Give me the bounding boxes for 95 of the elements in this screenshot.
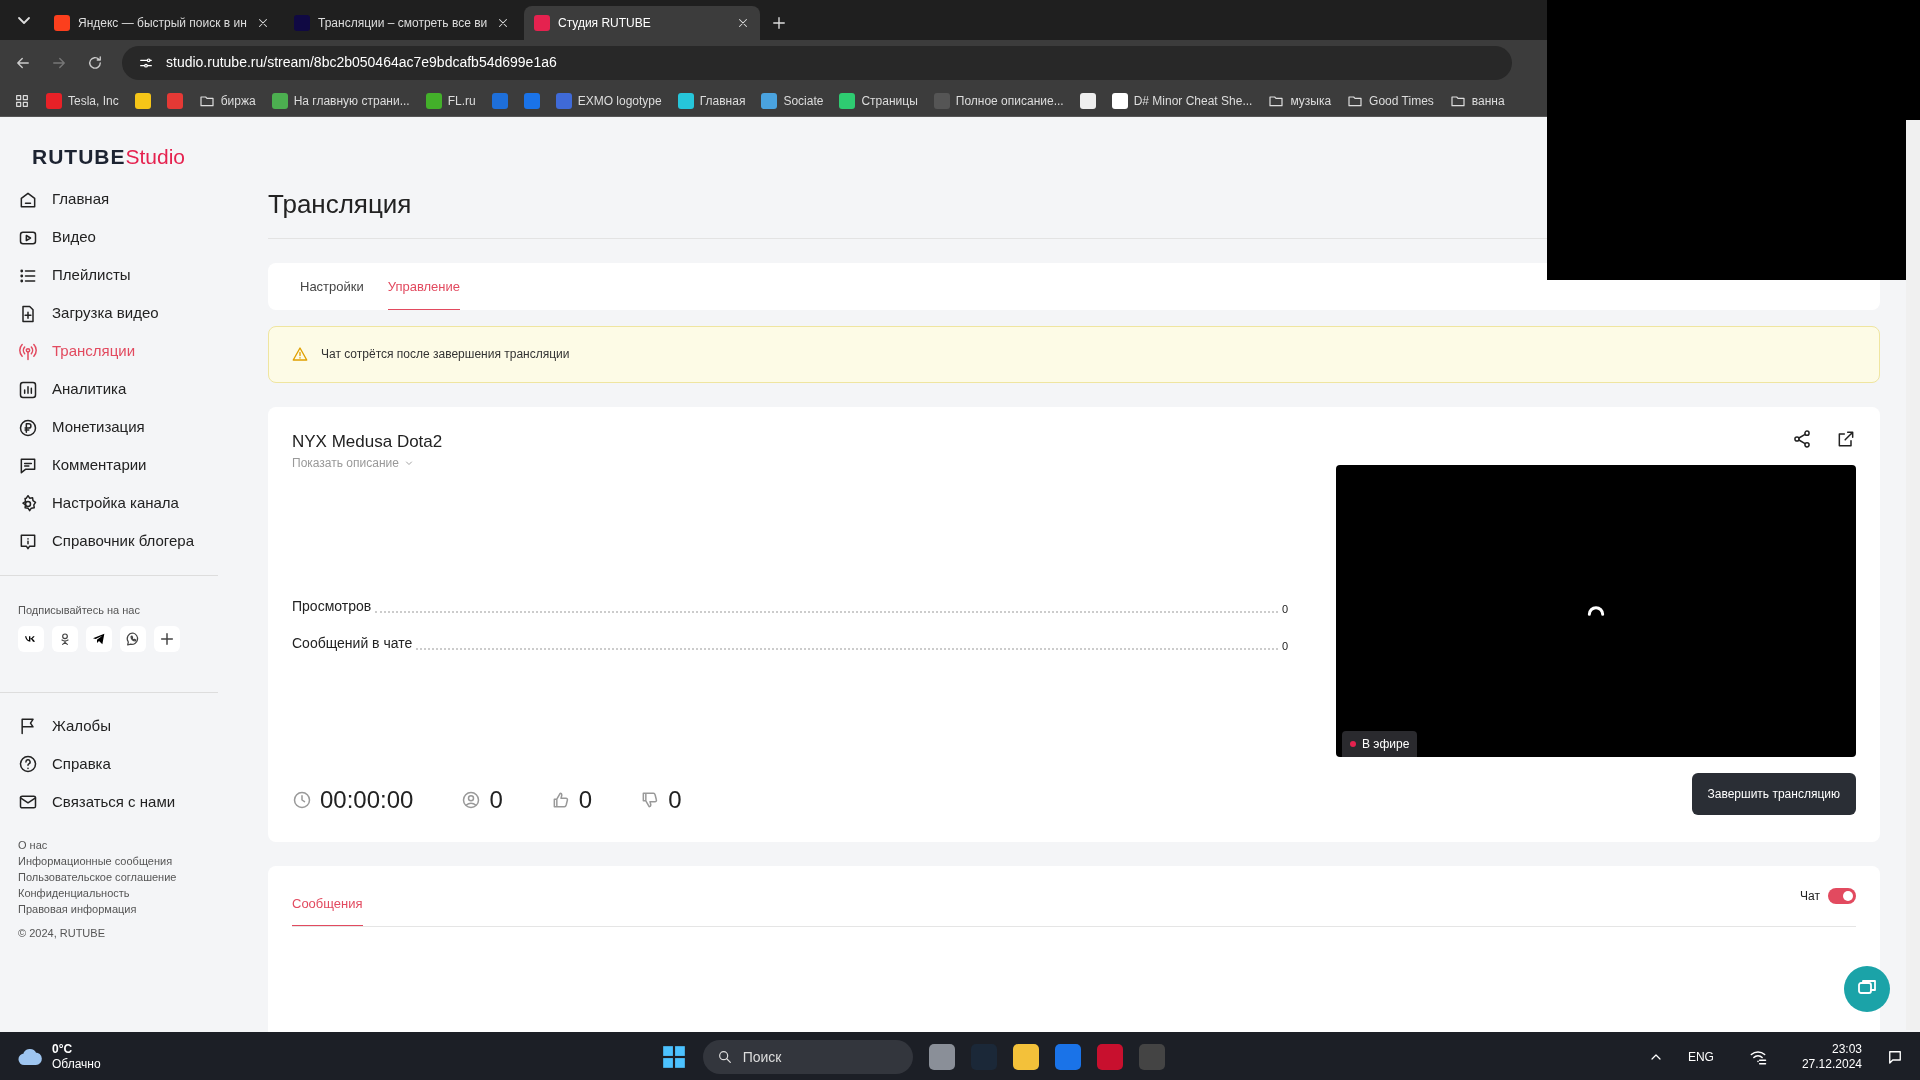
bookmark[interactable]: FL.ru: [425, 91, 476, 110]
footer-link[interactable]: О нас: [18, 837, 218, 853]
sidebar-item[interactable]: Главная: [18, 180, 218, 219]
scrollbar[interactable]: [1906, 120, 1920, 1030]
close-icon[interactable]: [736, 16, 750, 30]
sidebar-item[interactable]: Жалобы: [18, 707, 218, 745]
chat-toggle-label: Чат: [1800, 887, 1820, 905]
temperature: 0°C: [52, 1042, 74, 1057]
sidebar-item[interactable]: Настройка канала: [18, 484, 218, 523]
chat-toggle[interactable]: [1828, 887, 1856, 904]
tab[interactable]: Сообщения: [292, 865, 363, 927]
search-icon: [716, 1049, 733, 1065]
bookmark-favicon[interactable]: [134, 92, 151, 109]
sidebar-item[interactable]: Трансляции: [18, 332, 218, 371]
chart-icon: [18, 379, 38, 400]
address-bar[interactable]: studio.rutube.ru/stream/8bc2b050464ac7e9bdcafb54d699e1a6: [122, 45, 1512, 80]
bookmark[interactable]: Полное описание...: [933, 91, 1064, 110]
user-icon: [461, 789, 482, 810]
social-link[interactable]: [52, 626, 78, 652]
logo[interactable]: RUTUBEStudio: [18, 141, 218, 173]
social-link[interactable]: [18, 626, 44, 652]
video-player[interactable]: В эфире: [1336, 464, 1856, 757]
sidebar-item[interactable]: Аналитика: [18, 370, 218, 409]
sidebar-item[interactable]: Монетизация: [18, 408, 218, 447]
ruble-icon: [18, 417, 38, 438]
taskbar-app-icon[interactable]: [928, 1044, 955, 1070]
social-heading: Подписывайтесь на нас: [18, 602, 141, 618]
tab[interactable]: Управление: [387, 263, 461, 310]
start-icon[interactable]: [660, 1044, 687, 1070]
taskbar-search[interactable]: Поиск: [702, 1040, 913, 1074]
plus-icon: [159, 631, 175, 647]
apps-icon[interactable]: [14, 92, 30, 109]
bookmark[interactable]: Главная: [677, 91, 746, 110]
stat-label: Сообщений в чате: [292, 634, 413, 654]
sidebar-item[interactable]: Загрузка видео: [18, 294, 218, 333]
browser-tab[interactable]: Студия RUTUBE: [524, 6, 760, 40]
bookmark[interactable]: музыка: [1268, 91, 1332, 110]
live-dot-icon: [1350, 740, 1356, 747]
close-icon[interactable]: [256, 16, 270, 30]
footer-link[interactable]: Пользовательское соглашение: [18, 869, 218, 885]
alert-text: Чат сотрётся после завершения трансляции: [321, 346, 570, 364]
counter-value: 0: [668, 784, 682, 815]
sidebar-item[interactable]: Комментарии: [18, 446, 218, 485]
counter-value: 0: [578, 784, 593, 815]
stat-label: Просмотров: [292, 597, 372, 617]
counter-value: 0: [489, 784, 503, 815]
phone-bubble-icon: [125, 631, 141, 647]
language-indicator[interactable]: ENG: [1687, 1048, 1714, 1066]
bookmark[interactable]: D# Minor Cheat She...: [1111, 91, 1253, 110]
clock-time: 23:03: [1830, 1042, 1862, 1057]
taskbar-app-icon[interactable]: [1012, 1044, 1039, 1070]
sidebar-item[interactable]: Плейлисты: [18, 256, 218, 295]
sidebar-item[interactable]: Справка: [18, 745, 218, 783]
bookmark[interactable]: Good Times: [1347, 91, 1434, 110]
weather-widget[interactable]: 0°C Облачно: [16, 1042, 101, 1072]
footer-link[interactable]: Информационные сообщения: [18, 853, 218, 869]
clock-icon: [292, 789, 312, 810]
bookmark-favicon[interactable]: [1079, 92, 1096, 109]
footer-link[interactable]: Правовая информация: [18, 901, 218, 917]
broadcast-icon: [18, 341, 38, 362]
sidebar-item[interactable]: Видео: [18, 218, 218, 257]
close-icon[interactable]: [496, 16, 510, 30]
sidebar-item[interactable]: Справочник блогера: [18, 522, 218, 561]
social-link[interactable]: [86, 626, 112, 652]
browser-tab[interactable]: Трансляции – смотреть все ви: [284, 6, 520, 40]
bookmark[interactable]: биржа: [198, 91, 256, 110]
bookmark[interactable]: Sociate: [761, 91, 824, 110]
browser-tab[interactable]: Яндекс — быстрый поиск в ин: [44, 6, 280, 40]
share-icon[interactable]: [1792, 428, 1812, 449]
social-link[interactable]: [120, 626, 146, 652]
warning-icon: [291, 345, 309, 364]
bookmark[interactable]: Страницы: [839, 91, 918, 110]
bookmark[interactable]: ванна: [1449, 91, 1505, 110]
tab[interactable]: Настройки: [300, 263, 364, 310]
footer-link[interactable]: Конфиденциальность: [18, 885, 218, 901]
stat-value: 0: [1281, 638, 1288, 654]
bookmark[interactable]: Tesla, Inc: [46, 91, 119, 110]
bookmark[interactable]: EXMO logotype: [555, 91, 662, 110]
loading-spinner-icon: [1586, 605, 1606, 616]
clock[interactable]: 23:03 27.12.2024: [1801, 1042, 1862, 1072]
sidebar-item[interactable]: Связаться с нами: [18, 783, 218, 821]
reload-icon[interactable]: [86, 53, 104, 72]
bookmark[interactable]: На главную страни...: [271, 91, 410, 110]
weather-text: Облачно: [52, 1057, 101, 1072]
new-tab-icon[interactable]: [770, 14, 788, 32]
stream-title: NYX Medusa Dota2: [292, 430, 444, 453]
clock-date: 27.12.2024: [1801, 1057, 1862, 1072]
live-badge: В эфире: [1342, 730, 1418, 757]
end-stream-button[interactable]: Завершить трансляцию: [1691, 772, 1856, 815]
counter-value: 00:00:00: [320, 784, 414, 815]
notification-icon[interactable]: [1886, 1048, 1904, 1066]
mail-icon: [18, 792, 38, 812]
help-icon: [18, 754, 38, 774]
copyright: © 2024, RUTUBE: [18, 926, 106, 941]
stat-value: 0: [1281, 601, 1288, 617]
